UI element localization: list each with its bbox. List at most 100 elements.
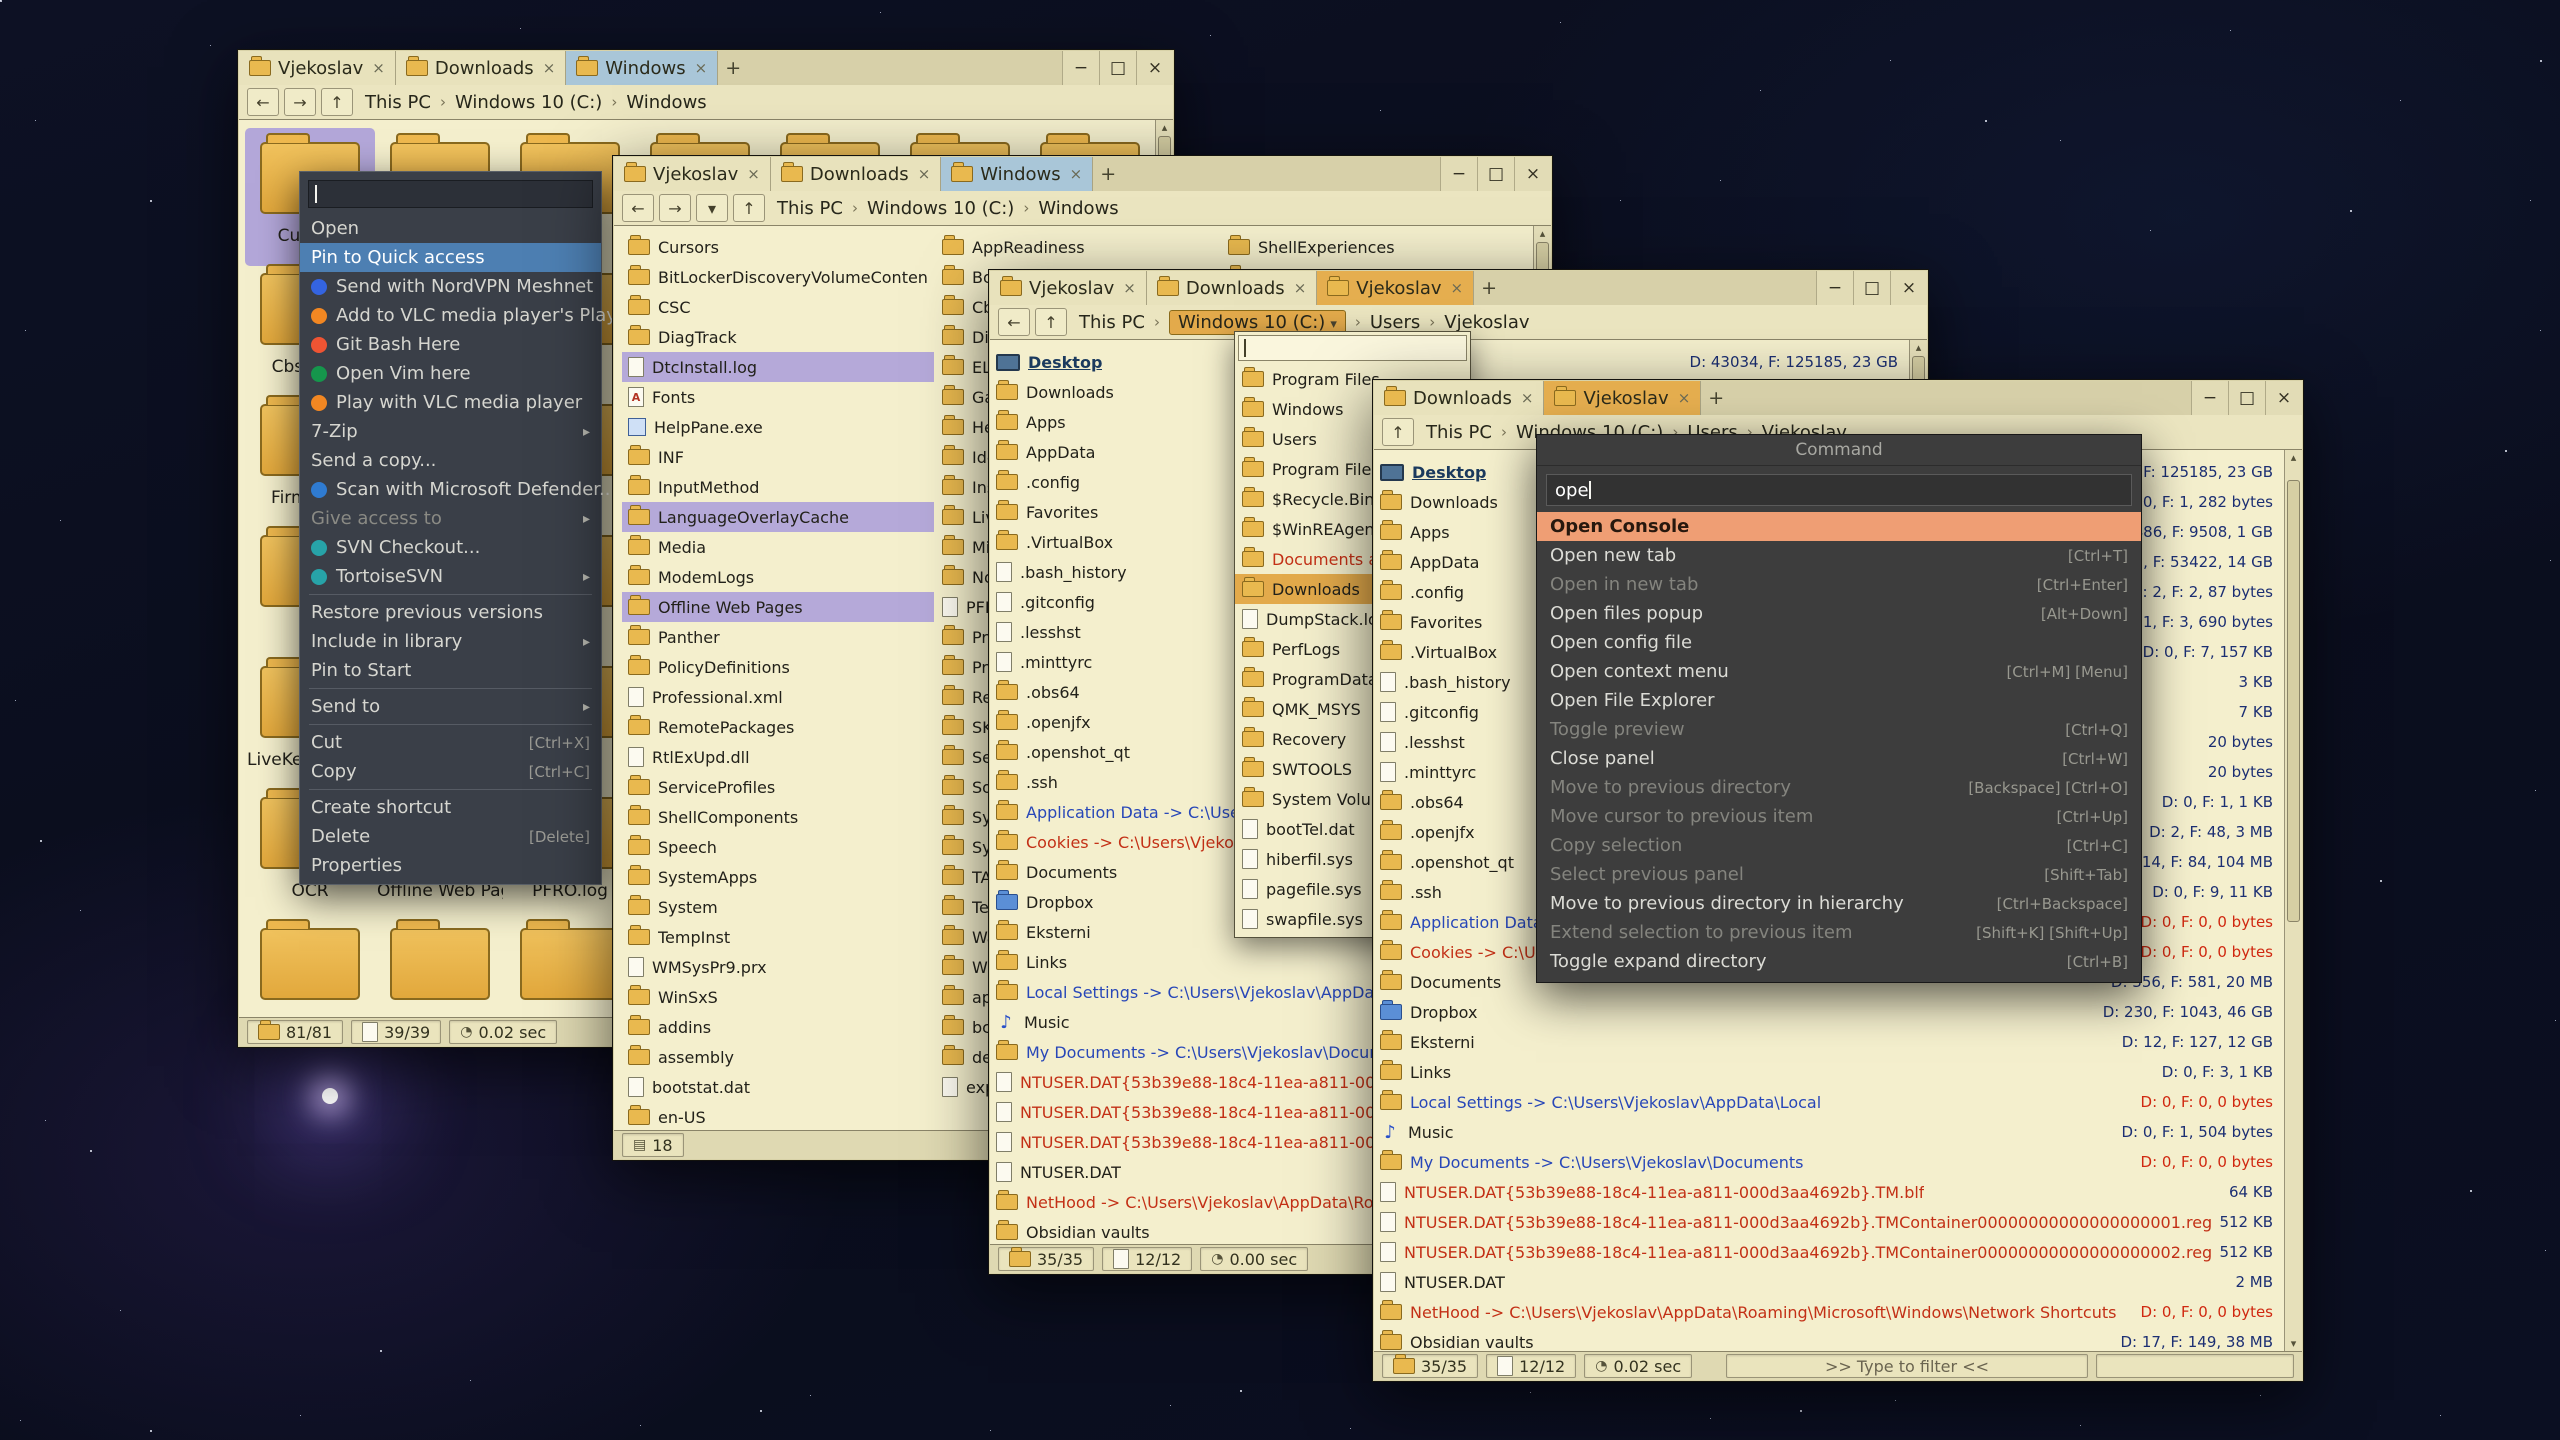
command-item-close-panel[interactable]: Close panel[Ctrl+W] [1537,744,2141,773]
file-row[interactable]: System [622,892,934,922]
folder-item[interactable] [245,914,375,1018]
maximize-button[interactable]: □ [2228,381,2265,415]
menu-item-open-vim-here[interactable]: Open Vim here [300,359,601,388]
new-tab-button[interactable]: + [718,51,748,85]
command-item-move-cursor-to-previous-item[interactable]: Move cursor to previous item[Ctrl+Up] [1537,802,2141,831]
menu-item-play-with-vlc-media-player[interactable]: Play with VLC media player [300,388,601,417]
minimize-button[interactable]: − [1062,51,1099,85]
scroll-up-icon[interactable]: ▴ [1156,121,1173,135]
minimize-button[interactable]: − [1440,157,1477,191]
file-row[interactable]: addins [622,1012,934,1042]
menu-item-copy[interactable]: Copy[Ctrl+C] [300,757,601,786]
file-row[interactable]: ModemLogs [622,562,934,592]
menu-item-tortoisesvn[interactable]: TortoiseSVN▸ [300,562,601,591]
file-row[interactable]: Panther [622,622,934,652]
up-button[interactable]: ↑ [1035,308,1067,336]
back-button[interactable]: ← [247,88,279,116]
command-item-select-previous-panel[interactable]: Select previous panel[Shift+Tab] [1537,860,2141,889]
breadcrumb-users[interactable]: Users [1370,312,1420,333]
file-row[interactable]: TempInst [622,922,934,952]
minimize-button[interactable]: − [2191,381,2228,415]
tab-close-icon[interactable]: × [543,59,556,77]
menu-item-send-with-nordvpn-meshnet[interactable]: Send with NordVPN Meshnet [300,272,601,301]
dropdown-button[interactable]: ▾ [696,194,728,222]
file-row[interactable]: LinksD: 0, F: 3, 1 KB [1374,1057,2285,1087]
command-item-copy-selection[interactable]: Copy selection[Ctrl+C] [1537,831,2141,860]
file-row[interactable]: Speech [622,832,934,862]
file-row[interactable]: Offline Web Pages [622,592,934,622]
maximize-button[interactable]: □ [1099,51,1136,85]
close-button[interactable]: × [2265,381,2302,415]
back-button[interactable]: ← [998,308,1030,336]
file-row[interactable]: HelpPane.exe [622,412,934,442]
breadcrumb-windows-10-c[interactable]: Windows 10 (C:) [455,92,602,113]
command-item-toggle-expand-directory[interactable]: Toggle expand directory[Ctrl+B] [1537,947,2141,976]
tab-close-icon[interactable]: × [918,165,931,183]
scrollbar-thumb[interactable] [2287,480,2300,922]
tab-vjekoslav[interactable]: Vjekoslav× [990,271,1147,305]
menu-item-send-to[interactable]: Send to▸ [300,692,601,721]
file-row[interactable]: WinSxS [622,982,934,1012]
file-row[interactable]: RtlExUpd.dll [622,742,934,772]
file-row[interactable]: Media [622,532,934,562]
tab-downloads[interactable]: Downloads× [771,157,941,191]
command-item-move-to-previous-directory[interactable]: Move to previous directory[Backspace] [C… [1537,773,2141,802]
breadcrumb-windows-10-c[interactable]: Windows 10 (C:) [867,198,1014,219]
file-row[interactable]: NTUSER.DAT{53b39e88-18c4-11ea-a811-000d3… [1374,1177,2285,1207]
tab-vjekoslav[interactable]: Vjekoslav× [1317,271,1474,305]
file-row[interactable]: NTUSER.DAT{53b39e88-18c4-11ea-a811-000d3… [1374,1237,2285,1267]
file-row[interactable]: CSC [622,292,934,322]
file-row[interactable]: AppReadiness [936,232,1212,262]
menu-item-restore-previous-versions[interactable]: Restore previous versions [300,598,601,627]
maximize-button[interactable]: □ [1477,157,1514,191]
tab-close-icon[interactable]: × [1123,279,1136,297]
menu-item-add-to-vlc-media-player-s-playlist[interactable]: Add to VLC media player's Playlist [300,301,601,330]
menu-item-7-zip[interactable]: 7-Zip▸ [300,417,601,446]
command-item-open-in-new-tab[interactable]: Open in new tab[Ctrl+Enter] [1537,570,2141,599]
command-item-open-new-tab[interactable]: Open new tab[Ctrl+T] [1537,541,2141,570]
scroll-up-icon[interactable]: ▴ [2285,451,2302,465]
file-row[interactable]: EksterniD: 12, F: 127, 12 GB [1374,1027,2285,1057]
tab-vjekoslav[interactable]: Vjekoslav× [1544,381,1701,415]
file-row[interactable]: Professional.xml [622,682,934,712]
palette-search-input[interactable]: ope [1546,474,2132,506]
file-row[interactable]: NTUSER.DAT{53b39e88-18c4-11ea-a811-000d3… [1374,1207,2285,1237]
command-item-open-file-explorer[interactable]: Open File Explorer [1537,686,2141,715]
folder-item[interactable] [375,914,505,1018]
breadcrumb-this-pc[interactable]: This PC [1079,312,1145,333]
command-item-open-console[interactable]: Open Console [1537,512,2141,541]
breadcrumb-windows[interactable]: Windows [1038,198,1118,219]
command-item-extend-selection-to-previous-item[interactable]: Extend selection to previous item[Shift+… [1537,918,2141,947]
minimize-button[interactable]: − [1816,271,1853,305]
forward-button[interactable]: → [284,88,316,116]
file-row[interactable]: SystemApps [622,862,934,892]
vertical-scrollbar[interactable]: ▴ ▾ [2284,450,2302,1352]
menu-item-properties[interactable]: Properties [300,851,601,880]
file-row[interactable]: InputMethod [622,472,934,502]
file-row[interactable]: LanguageOverlayCache [622,502,934,532]
back-button[interactable]: ← [622,194,654,222]
new-tab-button[interactable]: + [1474,271,1504,305]
file-row[interactable]: PolicyDefinitions [622,652,934,682]
tab-windows[interactable]: Windows× [566,51,718,85]
file-row[interactable]: NTUSER.DAT2 MB [1374,1267,2285,1297]
file-row[interactable]: DiagTrack [622,322,934,352]
command-item-open-files-popup[interactable]: Open files popup[Alt+Down] [1537,599,2141,628]
file-row[interactable]: ♪MusicD: 0, F: 1, 504 bytes [1374,1117,2285,1147]
scroll-up-icon[interactable]: ▴ [1910,341,1927,355]
new-tab-button[interactable]: + [1701,381,1731,415]
menu-item-git-bash-here[interactable]: Git Bash Here [300,330,601,359]
file-row[interactable]: ServiceProfiles [622,772,934,802]
breadcrumb-this-pc[interactable]: This PC [1426,422,1492,443]
command-item-move-to-previous-directory-in-hierarchy[interactable]: Move to previous directory in hierarchy[… [1537,889,2141,918]
breadcrumb-this-pc[interactable]: This PC [365,92,431,113]
menu-item-pin-to-quick-access[interactable]: Pin to Quick access [300,243,601,272]
up-button[interactable]: ↑ [733,194,765,222]
file-row[interactable]: DtcInstall.log [622,352,934,382]
scroll-up-icon[interactable]: ▴ [1534,227,1551,241]
file-row[interactable]: Obsidian vaultsD: 17, F: 149, 38 MB [1374,1327,2285,1352]
command-item-toggle-preview[interactable]: Toggle preview[Ctrl+Q] [1537,715,2141,744]
file-row[interactable]: DropboxD: 230, F: 1043, 46 GB [1374,997,2285,1027]
tab-vjekoslav[interactable]: Vjekoslav× [239,51,396,85]
tab-close-icon[interactable]: × [695,59,708,77]
